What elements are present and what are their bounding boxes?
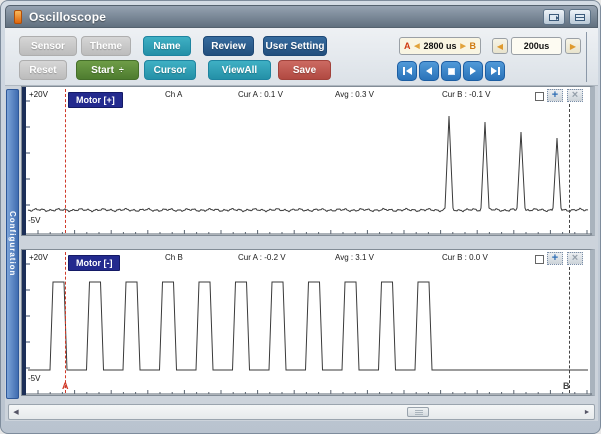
range-left-arrow-icon[interactable]: ◀ (414, 42, 419, 50)
step-back-icon (426, 67, 432, 75)
user-setting-button[interactable]: User Setting (263, 36, 327, 56)
channel-a-cursor-a-readout: Cur A : 0.1 V (238, 90, 283, 99)
scroll-left-icon[interactable]: ◀ (10, 406, 22, 418)
save-button[interactable]: Save (278, 60, 331, 80)
reset-button[interactable]: Reset (19, 60, 67, 80)
playback-stop-button[interactable] (441, 61, 461, 81)
channel-a-panel: +20V Motor [+] Ch A Cur A : 0.1 V Avg : … (21, 86, 595, 236)
name-button[interactable]: Name (143, 36, 191, 56)
start-button-label: Start (91, 65, 114, 76)
channel-b-voltage-axis (22, 250, 26, 395)
start-button[interactable]: Start ÷ (76, 60, 139, 80)
channel-a-vbottom-label: -5V (28, 216, 40, 225)
skip-start-icon (403, 67, 405, 75)
timebase-increase-button[interactable]: ▶ (565, 38, 581, 54)
cursor-b-flag[interactable]: B (563, 381, 570, 391)
channel-b-zoom-button[interactable]: + (547, 252, 563, 265)
scroll-right-icon[interactable]: ► (581, 406, 593, 418)
viewall-button[interactable]: ViewAll (208, 60, 271, 80)
timebase-decrease-button[interactable]: ◀ (492, 38, 508, 54)
cursor-a-line-channel-b[interactable] (65, 252, 66, 393)
configuration-tab[interactable]: Configuration (6, 89, 19, 399)
cursor-a-line-channel-a[interactable] (65, 89, 66, 233)
toolbar: Sensor Theme Name Review User Setting Re… (5, 28, 598, 86)
channel-b-avg-readout: Avg : 3.1 V (335, 253, 374, 262)
channel-a-avg-readout: Avg : 0.3 V (335, 90, 374, 99)
ab-range-box: A ◀ 2800 us ▶ B (399, 37, 481, 55)
cursor-b-line-channel-a[interactable] (569, 104, 570, 233)
waveform-a (22, 87, 596, 237)
channel-a-label: Ch A (165, 90, 182, 99)
window-title: Oscilloscope (29, 10, 106, 24)
popout-window-button[interactable] (543, 9, 565, 25)
channel-b-vtop-label: +20V (29, 253, 48, 262)
toolbar-divider (586, 32, 587, 82)
cursor-a-flag[interactable]: A (62, 381, 69, 391)
channel-a-name-tag[interactable]: Motor [+] (68, 92, 123, 108)
channel-b-close-button[interactable]: × (567, 252, 583, 265)
channel-a-close-button[interactable]: × (567, 89, 583, 102)
cursor-button[interactable]: Cursor (144, 60, 196, 80)
horizontal-scrollbar[interactable]: ◀ ► (8, 404, 595, 420)
start-spinner-icon: ÷ (119, 65, 124, 75)
channel-a-checkbox[interactable] (535, 92, 544, 101)
app-icon (14, 10, 22, 24)
playback-play-button[interactable] (463, 61, 483, 81)
channel-b-cursor-a-readout: Cur A : -0.2 V (238, 253, 286, 262)
channel-a-cursor-b-readout: Cur B : -0.1 V (442, 90, 490, 99)
popout-icon (549, 14, 559, 21)
playback-skip-end-button[interactable] (485, 61, 505, 81)
shade-window-button[interactable] (569, 9, 591, 25)
channel-b-checkbox[interactable] (535, 255, 544, 264)
channel-b-label: Ch B (165, 253, 183, 262)
waveform-b (22, 250, 596, 397)
range-right-arrow-icon[interactable]: ▶ (460, 42, 465, 50)
shade-icon (575, 14, 585, 21)
title-bar: Oscilloscope (5, 5, 598, 28)
scrollbar-thumb[interactable] (407, 407, 429, 417)
channel-b-name-tag[interactable]: Motor [-] (68, 255, 120, 271)
playback-skip-start-button[interactable] (397, 61, 417, 81)
theme-button[interactable]: Theme (81, 36, 131, 56)
channel-a-vtop-label: +20V (29, 90, 48, 99)
review-button[interactable]: Review (203, 36, 254, 56)
channel-a-zoom-button[interactable]: + (547, 89, 563, 102)
range-b-label: B (470, 41, 477, 51)
stop-icon (448, 68, 455, 75)
cursor-b-line-channel-b[interactable] (569, 267, 570, 393)
range-a-label: A (404, 41, 411, 51)
oscilloscope-window: Oscilloscope Sensor Theme Name Review Us… (0, 0, 601, 434)
playback-step-back-button[interactable] (419, 61, 439, 81)
channel-b-panel: +20V Motor [-] Ch B Cur A : -0.2 V Avg :… (21, 249, 595, 396)
timebase-value: 200us (511, 37, 562, 55)
range-value: 2800 us (423, 41, 456, 51)
play-icon (470, 67, 476, 75)
sensor-button[interactable]: Sensor (19, 36, 77, 56)
configuration-tab-label: Configuration (8, 211, 17, 276)
channel-b-vbottom-label: -5V (28, 374, 40, 383)
channel-a-voltage-axis (22, 87, 26, 235)
skip-end-icon (491, 67, 497, 75)
channel-b-cursor-b-readout: Cur B : 0.0 V (442, 253, 488, 262)
